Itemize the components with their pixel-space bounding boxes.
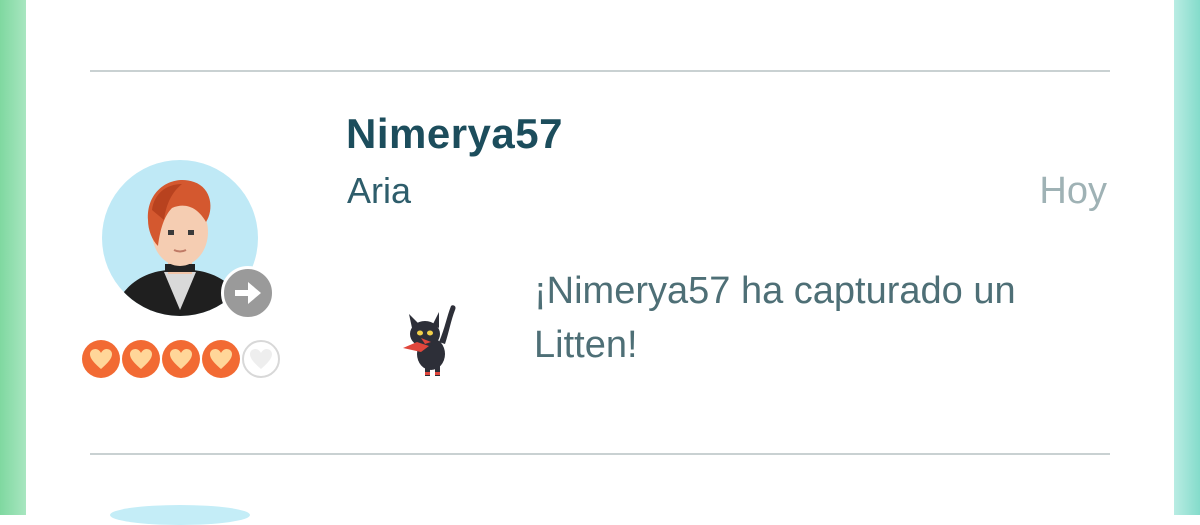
- friend-username: Nimerya57: [346, 110, 563, 157]
- entry-timestamp: Hoy: [1039, 170, 1107, 212]
- right-screen-edge: [1174, 0, 1200, 515]
- friendship-hearts: [82, 340, 280, 378]
- heart-icon: [122, 340, 160, 378]
- next-entry-avatar-peek: [110, 505, 250, 525]
- heart-icon: [82, 340, 120, 378]
- heart-empty-icon: [242, 340, 280, 378]
- divider-bottom: [90, 453, 1110, 455]
- activity-message: ¡Nimerya57 ha capturado un Litten!: [534, 270, 1016, 366]
- friend-team-name: Aria: [347, 170, 412, 211]
- heart-icon: [202, 340, 240, 378]
- left-screen-edge: [0, 0, 26, 515]
- litten-icon: [395, 298, 465, 378]
- arrow-right-icon[interactable]: [221, 266, 275, 320]
- heart-icon: [162, 340, 200, 378]
- divider-top: [90, 70, 1110, 72]
